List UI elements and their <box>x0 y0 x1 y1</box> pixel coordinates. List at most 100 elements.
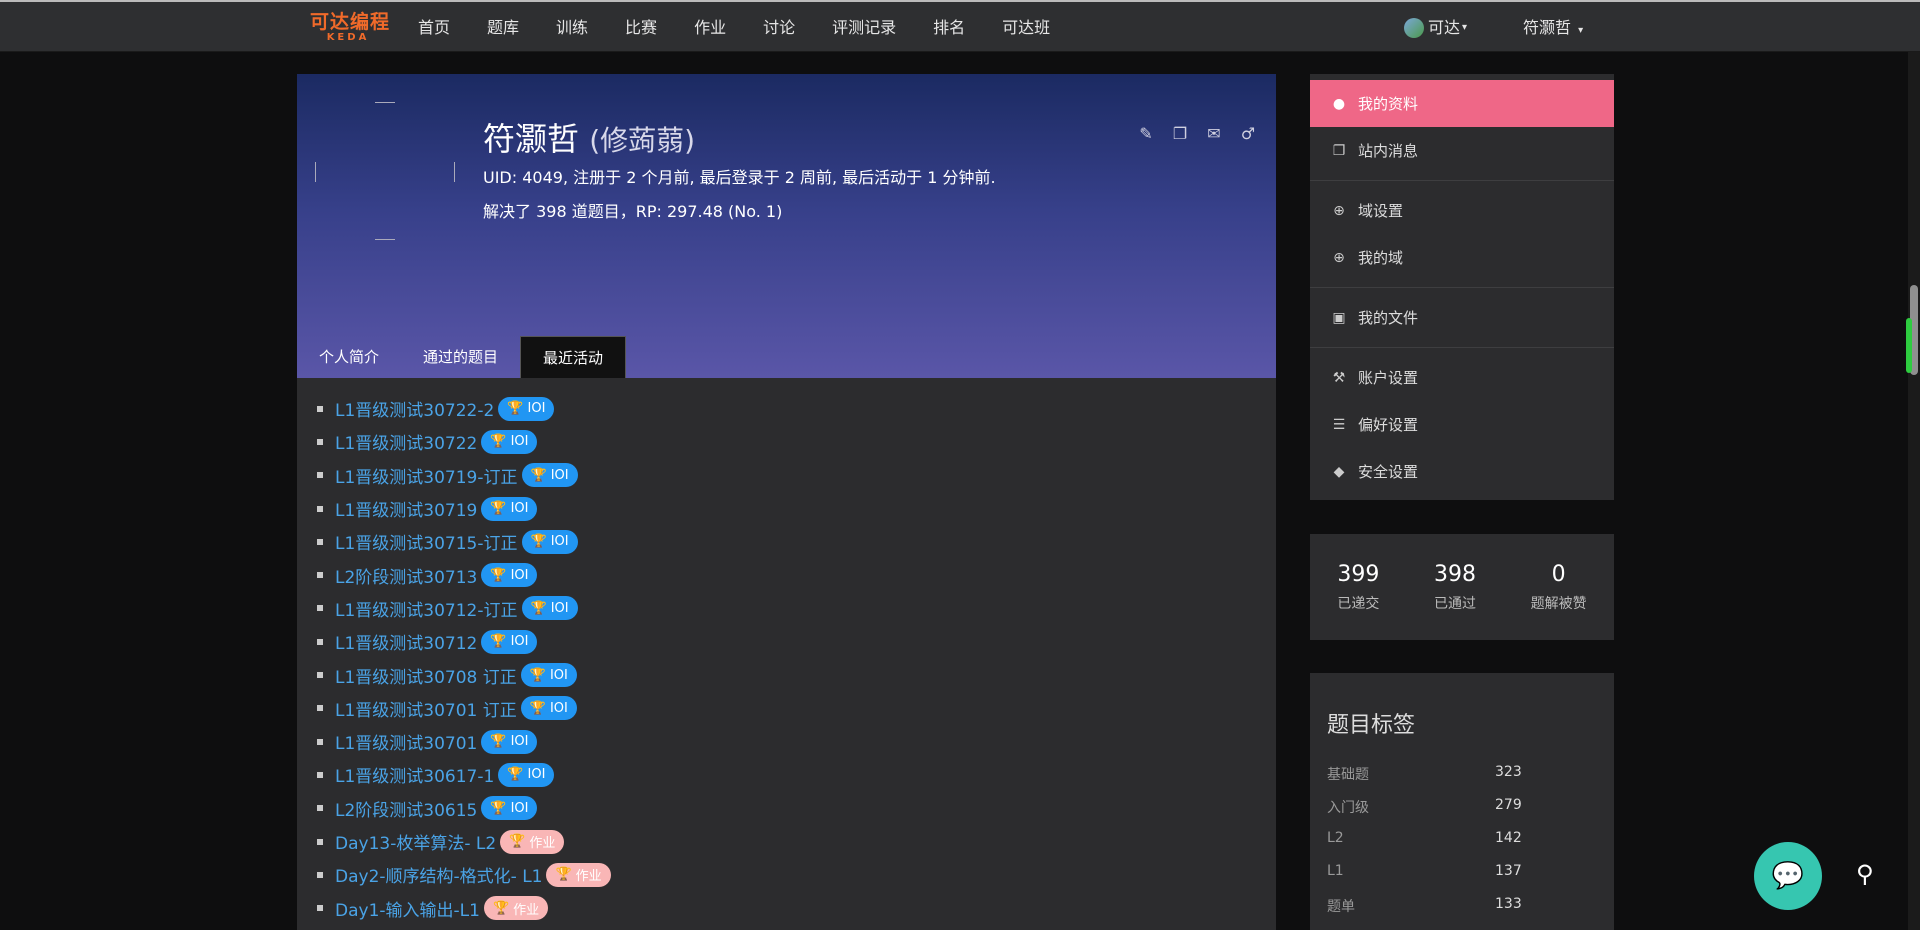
message-icon: ❐ <box>1332 142 1346 159</box>
page-scrollbar[interactable] <box>1908 52 1920 930</box>
tag-row[interactable]: 基础题 323 <box>1327 764 1597 784</box>
tag-name: L2 <box>1327 830 1344 846</box>
top-navbar: 可达编程 KEDA 首页 题库 训练 比赛 作业 讨论 评测记录 排名 可达班 … <box>0 0 1920 52</box>
trophy-icon: 🏆 <box>509 834 526 849</box>
mail-icon[interactable]: ✉ <box>1204 124 1224 143</box>
nav-link-training[interactable]: 训练 <box>556 2 588 54</box>
list-item: L1晋级测试30701 订正 🏆 IOI <box>317 692 611 725</box>
profile-solved: 解决了 398 道题目，RP: 297.48 (No. 1) <box>483 202 783 221</box>
nav-link-class[interactable]: 可达班 <box>1002 2 1050 54</box>
bullet <box>317 405 323 412</box>
list-item: L1晋级测试30722 🏆 IOI <box>317 425 611 458</box>
nav-link-home[interactable]: 首页 <box>418 2 450 54</box>
tag-row[interactable]: L2 142 <box>1327 830 1597 846</box>
stat-accepted: 398 已通过 <box>1434 562 1476 613</box>
trophy-icon: 🏆 <box>490 434 507 450</box>
bullet <box>317 505 323 512</box>
sidebar-item-my-profile[interactable]: ● 我的资料 <box>1310 80 1614 127</box>
activity-link[interactable]: L1晋级测试30722 <box>335 429 477 454</box>
bullet <box>317 805 323 812</box>
bullet <box>317 738 323 745</box>
badge-label: IOI <box>527 401 546 417</box>
copy-icon[interactable]: ❐ <box>1170 124 1190 143</box>
activity-link[interactable]: L1晋级测试30701 订正 <box>335 696 517 721</box>
activity-link[interactable]: L1晋级测试30712-订正 <box>335 596 518 621</box>
list-item: L1晋级测试30719-订正 🏆 IOI <box>317 459 611 492</box>
nav-link-records[interactable]: 评测记录 <box>832 2 896 54</box>
trophy-icon: 🏆 <box>530 534 547 550</box>
activity-link[interactable]: L1晋级测试30719 <box>335 496 477 521</box>
sidebar-item-my-domains[interactable]: ⊕ 我的域 <box>1310 234 1614 281</box>
rule-badge: 🏆 IOI <box>520 696 577 721</box>
tags-title: 题目标签 <box>1327 713 1416 738</box>
sidebar-item-label: 我的资料 <box>1358 95 1419 113</box>
nav-link-homework[interactable]: 作业 <box>694 2 726 54</box>
chat-button[interactable]: 💬 <box>1754 842 1822 910</box>
rule-badge: 🏆 IOI <box>521 596 578 621</box>
nav-link-problems[interactable]: 题库 <box>487 2 519 54</box>
activity-link[interactable]: Day1-输入输出-L1 <box>335 896 480 921</box>
tab-recent-activity[interactable]: 最近活动 <box>520 336 627 378</box>
activity-link[interactable]: L1晋级测试30722-2 <box>335 396 494 421</box>
bullet <box>317 838 323 845</box>
activity-link[interactable]: L1晋级测试30708 订正 <box>335 663 517 688</box>
list-item: Day13-枚举算法- L2 🏆 作业 <box>317 825 611 858</box>
wrench-icon: ⚒ <box>1332 369 1346 386</box>
sidebar-item-messages[interactable]: ❐ 站内消息 <box>1310 127 1614 174</box>
tag-row[interactable]: 题单 133 <box>1327 896 1597 916</box>
edit-icon[interactable]: ✎ <box>1136 124 1156 143</box>
nav-link-contest[interactable]: 比赛 <box>625 2 657 54</box>
activity-link[interactable]: L2阶段测试30713 <box>335 563 477 588</box>
scroll-indicator <box>1906 318 1912 373</box>
list-item: L1晋级测试30617-1 🏆 IOI <box>317 758 611 791</box>
domain-switcher[interactable]: 可达 ▾ <box>1404 2 1467 54</box>
trophy-icon: 🏆 <box>492 900 510 916</box>
activity-link[interactable]: L1晋级测试30617-1 <box>335 762 494 787</box>
tag-row[interactable]: L1 137 <box>1327 863 1597 879</box>
trophy-icon: 🏆 <box>530 467 547 483</box>
stat-likes: 0 题解被赞 <box>1531 562 1587 613</box>
profile-username: 符灏哲 <box>483 120 580 158</box>
site-logo[interactable]: 可达编程 KEDA <box>310 12 390 44</box>
tab-bio[interactable]: 个人简介 <box>297 336 401 378</box>
activity-link[interactable]: L1晋级测试30712 <box>335 629 477 654</box>
sidebar-item-security[interactable]: ◆ 安全设置 <box>1310 448 1614 495</box>
stat-value: 399 <box>1337 561 1380 587</box>
sidebar-item-my-files[interactable]: ▣ 我的文件 <box>1310 294 1614 341</box>
bullet <box>317 472 323 479</box>
activity-link[interactable]: L1晋级测试30719-订正 <box>335 463 518 488</box>
search-icon[interactable]: ⚲ <box>1856 860 1874 888</box>
sidebar-item-label: 安全设置 <box>1358 463 1419 481</box>
trophy-icon: 🏆 <box>490 501 507 517</box>
badge-label: 作业 <box>529 836 556 851</box>
user-circle-icon: ● <box>1332 95 1346 112</box>
activity-link[interactable]: Day13-枚举算法- L2 <box>335 829 496 854</box>
sidebar-item-domain-settings[interactable]: ⊕ 域设置 <box>1310 187 1614 234</box>
activity-link[interactable]: Day2-顺序结构-格式化- L1 <box>335 862 542 887</box>
activity-link[interactable]: L1晋级测试30701 <box>335 729 477 754</box>
activity-list: L1晋级测试30722-2 🏆 IOI L1晋级测试30722 🏆 IOI L1晋级测试30… <box>317 392 611 925</box>
rule-badge: 🏆 IOI <box>481 796 538 821</box>
nav-link-discuss[interactable]: 讨论 <box>763 2 795 54</box>
tab-solved[interactable]: 通过的题目 <box>401 336 520 378</box>
file-image-icon: ▣ <box>1332 309 1346 326</box>
rule-badge: 🏆 IOI <box>481 629 538 654</box>
nav-link-ranking[interactable]: 排名 <box>933 2 965 54</box>
badge-label: IOI <box>510 434 529 450</box>
trophy-icon: 🏆 <box>507 767 524 783</box>
sidebar-item-preferences[interactable]: ☰ 偏好设置 <box>1310 401 1614 448</box>
user-menu[interactable]: 符灏哲 ▾ <box>1523 2 1583 54</box>
divider <box>1310 180 1614 181</box>
activity-link[interactable]: L1晋级测试30715-订正 <box>335 529 518 554</box>
sidebar-item-account-settings[interactable]: ⚒ 账户设置 <box>1310 354 1614 401</box>
activity-link[interactable]: L2阶段测试30615 <box>335 796 477 821</box>
tag-row[interactable]: 入门级 279 <box>1327 797 1597 817</box>
sidebar-item-label: 我的文件 <box>1358 309 1419 327</box>
rule-badge: 🏆 IOI <box>481 729 538 754</box>
rule-badge: 🏆 IOI <box>498 762 555 787</box>
rule-badge: 🏆 作业 <box>483 896 549 921</box>
list-item: L1晋级测试30722-2 🏆 IOI <box>317 392 611 425</box>
profile-info: UID: 4049, 注册于 2 个月前, 最后登录于 2 周前, 最后活动于 … <box>483 168 996 187</box>
profile-tabs: 个人简介 通过的题目 最近活动 <box>297 336 627 378</box>
bullet <box>317 572 323 579</box>
